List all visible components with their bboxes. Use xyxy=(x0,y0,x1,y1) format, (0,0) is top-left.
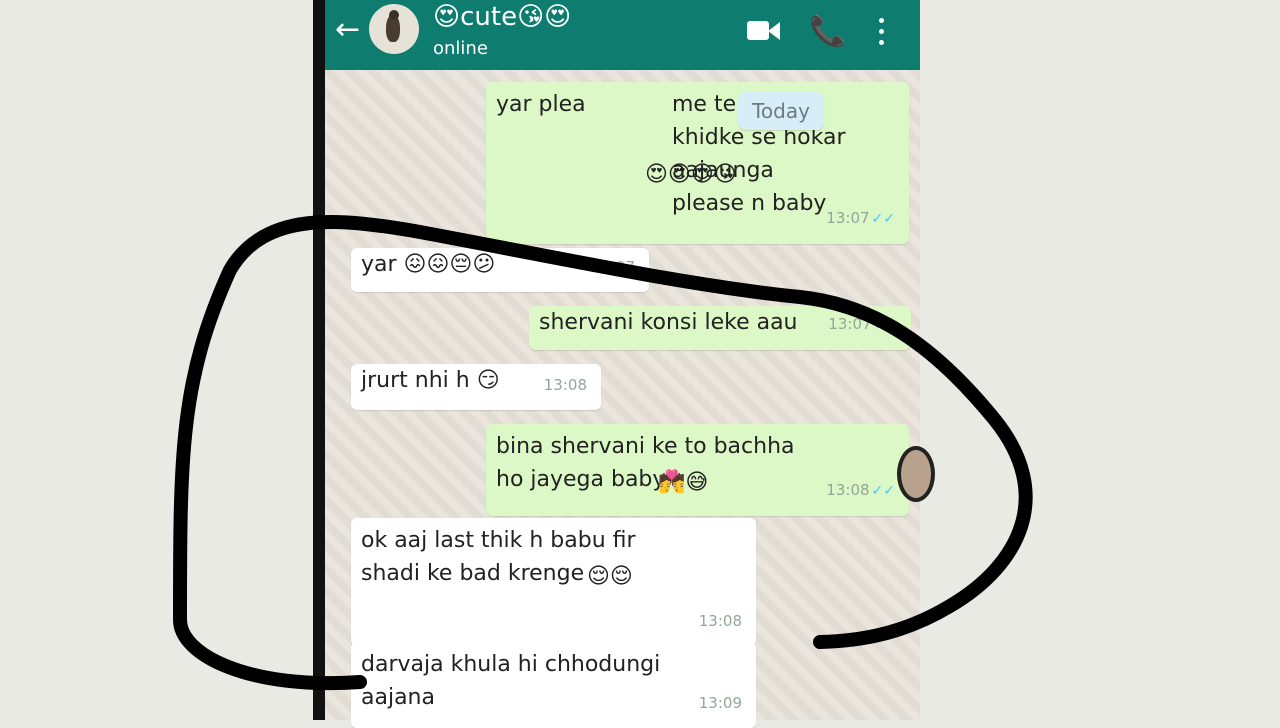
message-time-text: 13:07 xyxy=(828,315,872,333)
message-bubble-incoming[interactable]: jrurt nhi h 😏 13:08 xyxy=(351,364,601,410)
message-bubble-incoming[interactable]: ok aaj last thik h babu fir shadi ke bad… xyxy=(351,518,756,646)
avatar-peek xyxy=(897,446,935,502)
video-camera-body-icon xyxy=(747,21,769,40)
message-text: jrurt nhi h xyxy=(361,368,470,393)
message-time: 13:07 ✓✓ xyxy=(828,308,897,342)
message-list[interactable]: yar plea me tere khidke se hokar aajaung… xyxy=(325,70,920,728)
message-emojis: 😏 xyxy=(476,368,500,393)
message-time: 13:09 xyxy=(698,694,742,712)
menu-dot-icon xyxy=(879,40,884,45)
menu-dot-icon xyxy=(879,29,884,34)
message-time-text: 13:07 xyxy=(826,209,870,227)
message-text: darvaja khula hi chhodungi aajana xyxy=(361,652,661,710)
message-emojis: 💏😅 xyxy=(658,470,709,495)
video-call-icon[interactable] xyxy=(747,14,781,50)
contact-name[interactable]: 😍cute😘😍 xyxy=(433,2,571,32)
read-ticks-icon: ✓✓ xyxy=(871,483,895,499)
contact-name-emoji-left: 😍 xyxy=(433,2,461,32)
phone-call-icon[interactable]: 📞 xyxy=(809,14,846,50)
message-time: 13:07 ✓✓ xyxy=(826,202,895,236)
message-emojis: 😖😖😔😕 xyxy=(403,252,496,277)
message-bubble-incoming[interactable]: yar 😖😖😔😕 13:07 xyxy=(351,248,649,292)
message-text: yar xyxy=(361,252,397,277)
message-bubble-outgoing[interactable]: bina shervani ke to bachha ho jayega bab… xyxy=(486,424,909,516)
message-bubble-incoming[interactable]: darvaja khula hi chhodungi aajana 13:09 xyxy=(351,642,756,728)
date-divider: Today xyxy=(738,92,824,130)
message-time-text: 13:08 xyxy=(826,481,870,499)
contact-name-text: cute xyxy=(460,2,518,32)
read-ticks-icon: ✓✓ xyxy=(871,211,895,227)
message-emojis: 😌😌 xyxy=(587,564,633,589)
message-bubble-outgoing[interactable]: shervani konsi leke aau 13:07 ✓✓ xyxy=(529,306,911,350)
bird-head-icon xyxy=(389,10,399,20)
menu-dot-icon xyxy=(879,18,884,23)
video-camera-lens-icon xyxy=(768,22,780,40)
message-bubble-outgoing[interactable]: yar plea me tere khidke se hokar aajaung… xyxy=(486,82,909,244)
contact-status: online xyxy=(433,38,488,59)
more-options-icon[interactable] xyxy=(873,14,889,50)
message-time: 13:08 ✓✓ xyxy=(826,474,895,508)
back-arrow-icon[interactable]: ← xyxy=(335,12,363,48)
message-text: bina shervani ke to bachha ho jayega bab… xyxy=(496,434,795,492)
message-time: 13:07 xyxy=(591,258,635,276)
message-time: 13:08 xyxy=(543,376,587,394)
message-text: yar plea xyxy=(496,92,586,117)
contact-name-emoji-right: 😘😍 xyxy=(517,2,572,32)
message-time: 13:08 xyxy=(698,612,742,630)
message-emojis: 😍😍😍😘 xyxy=(645,162,737,187)
read-ticks-icon: ✓✓ xyxy=(873,317,897,333)
contact-avatar[interactable] xyxy=(369,4,419,54)
phone-frame-edge xyxy=(313,0,325,720)
chat-header: ← 😍cute😘😍 online 📞 xyxy=(325,0,920,70)
message-text: shervani konsi leke aau xyxy=(539,310,798,335)
